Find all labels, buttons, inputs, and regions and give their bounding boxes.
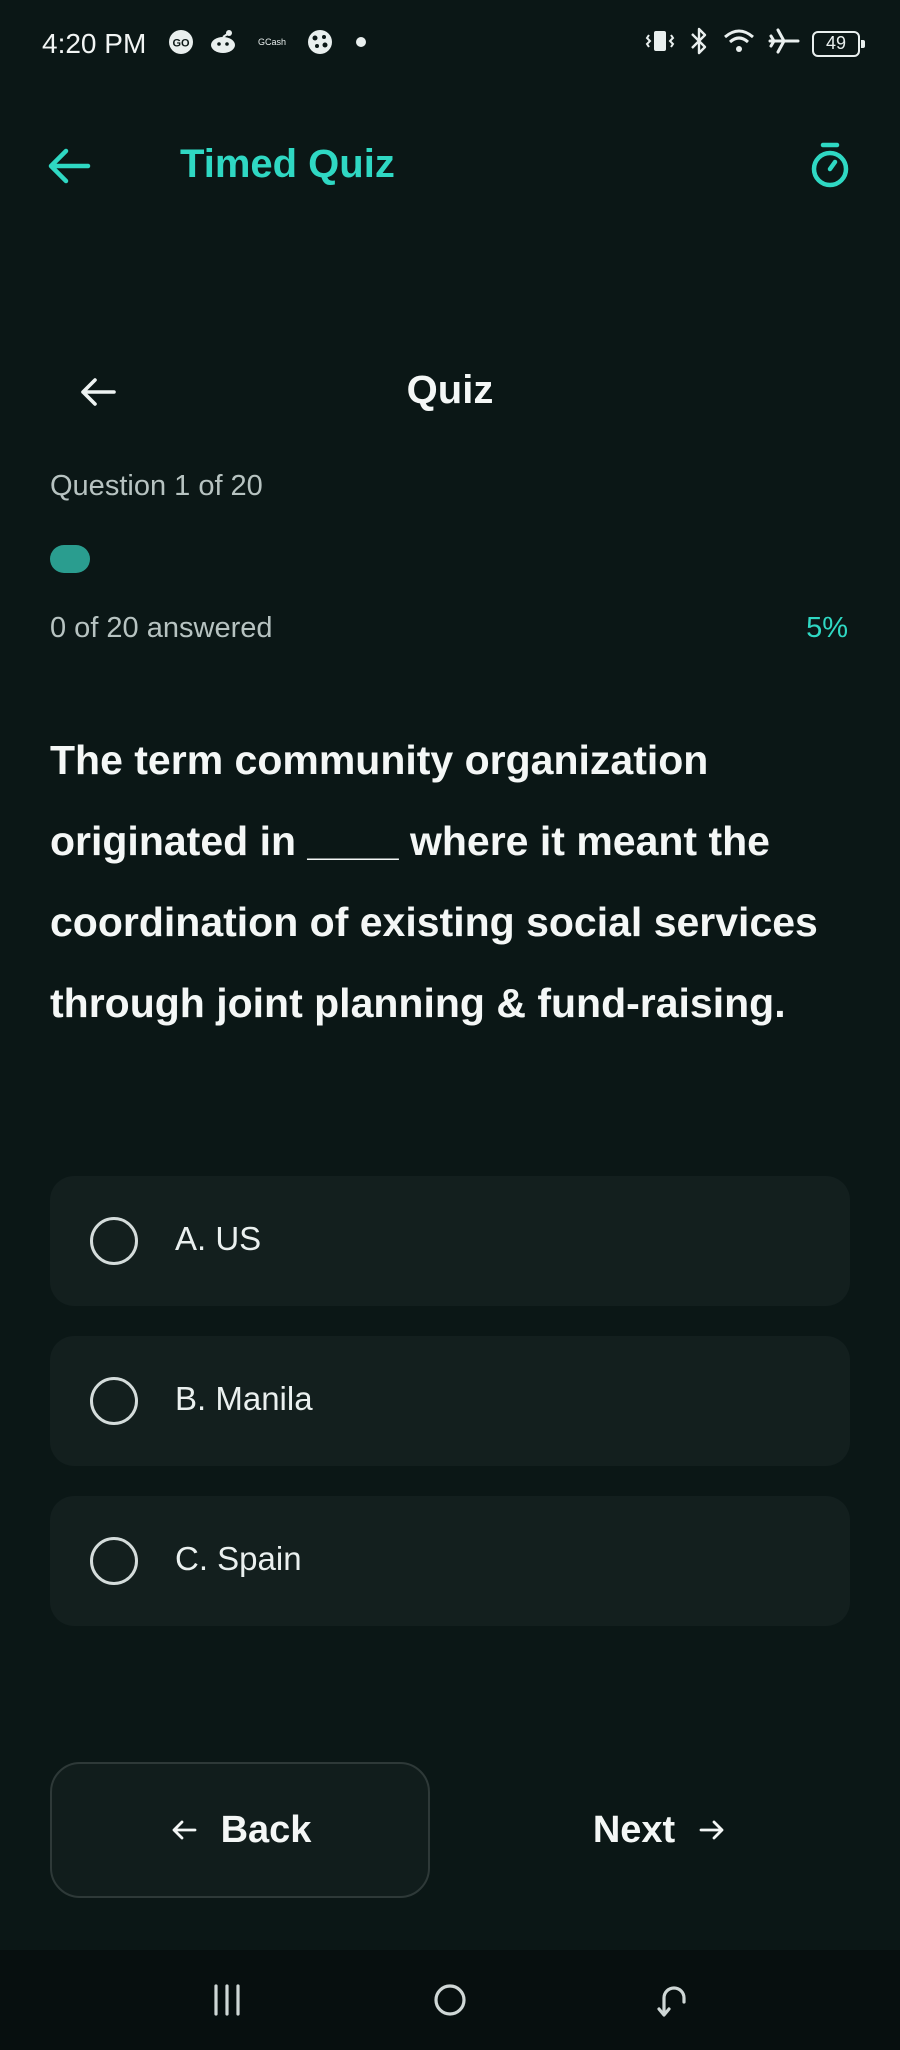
radio-button[interactable] [90,1377,138,1425]
app-bar: Timed Quiz [0,110,900,220]
radio-button[interactable] [90,1217,138,1265]
home-icon [434,1984,466,2016]
back-gesture-icon [657,1986,686,2017]
back-button[interactable]: Back [50,1762,430,1898]
recents-button[interactable] [205,1978,249,2022]
progress-fill [50,545,90,573]
svg-text:GCash: GCash [258,37,286,47]
option-a[interactable]: A. US [50,1176,850,1306]
status-system-icons: 49 [644,26,865,61]
go-icon: GO [168,29,194,60]
gcash-icon: GCash [252,29,292,60]
next-button[interactable]: Next [470,1762,850,1898]
timer-button[interactable] [804,140,856,192]
option-b[interactable]: B. Manila [50,1336,850,1466]
option-label: B. Manila [175,1380,313,1417]
arrow-right-icon [699,1820,724,1840]
system-nav-bar [0,1950,900,2050]
home-button[interactable] [428,1978,472,2022]
svg-text:GO: GO [172,38,190,50]
recents-icon [214,1984,240,2016]
globe-icon [306,28,334,61]
system-back-button[interactable] [650,1978,694,2022]
answered-count: 0 of 20 answered [50,612,273,644]
bluetooth-icon [688,26,710,61]
option-label: C. Spain [175,1540,302,1577]
option-label: A. US [175,1220,262,1257]
back-button-label: Back [220,1808,312,1851]
progress-bar [50,545,850,573]
battery-level: 49 [825,33,847,53]
battery-icon: 49 [812,30,865,57]
airplane-icon [768,26,800,61]
quiz-title: Quiz [406,368,494,412]
option-c[interactable]: C. Spain [50,1496,850,1626]
quiz-header: Quiz [0,350,900,430]
status-bar: 4:20 PM GO GCash 49 [0,0,900,92]
progress-percent: 5% [806,612,848,644]
wifi-icon [722,27,756,60]
dot-icon [348,29,374,60]
arrow-left-icon [48,148,91,184]
next-button-label: Next [592,1808,676,1851]
status-notification-icons: GO GCash [168,28,374,61]
app-back-button[interactable] [44,140,96,192]
status-time: 4:20 PM [42,28,147,59]
stopwatch-icon [811,142,849,188]
app-title: Timed Quiz [180,142,395,186]
question-counter: Question 1 of 20 [50,470,263,502]
arrow-left-icon [172,1820,196,1840]
question-text: The term community organization originat… [50,737,818,1026]
reddit-icon [208,29,238,60]
vibrate-icon [644,27,676,60]
radio-button[interactable] [90,1537,138,1585]
answer-options: A. US B. Manila C. Spain [50,1176,850,1656]
